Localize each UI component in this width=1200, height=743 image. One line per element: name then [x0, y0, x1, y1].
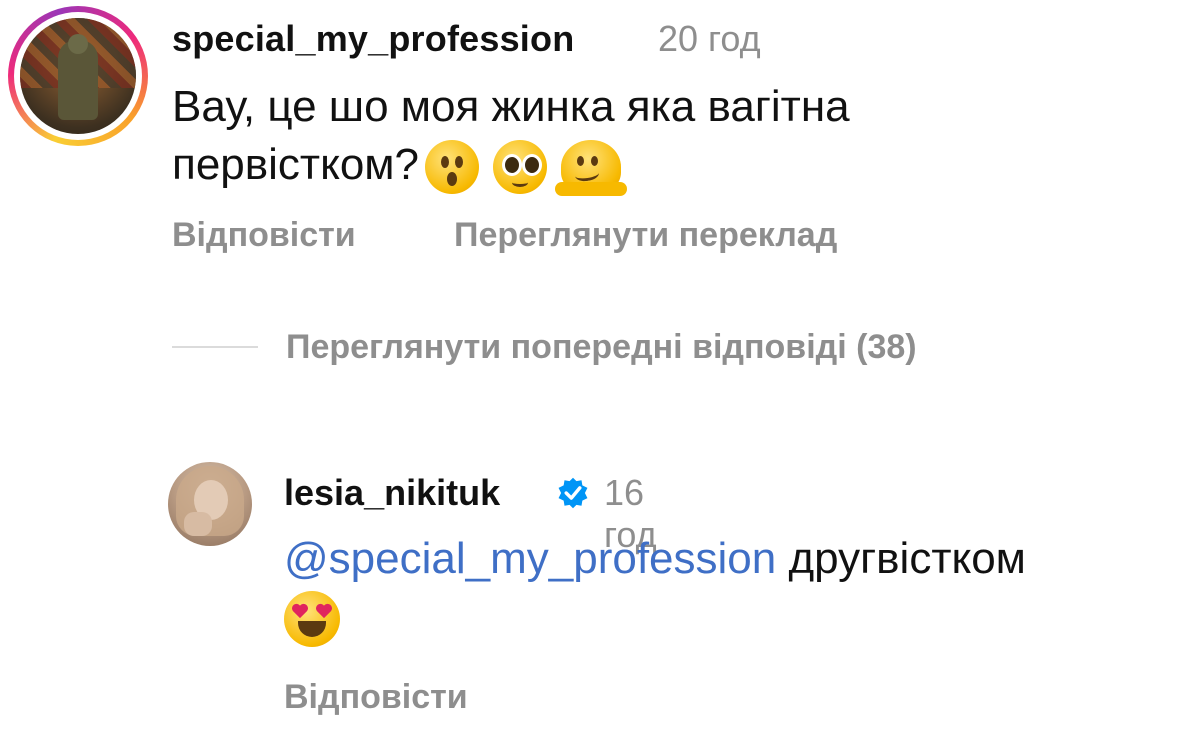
emoji-group [425, 140, 628, 197]
avatar [20, 18, 136, 134]
reply-username[interactable]: lesia_nikituk [284, 472, 500, 514]
reply-text-body: другвістком [788, 534, 1026, 583]
pleading-face-emoji [493, 140, 548, 195]
avatar[interactable] [168, 462, 252, 546]
reply-button[interactable]: Відповісти [172, 216, 356, 255]
mention-link[interactable]: @special_my_profession [284, 534, 776, 583]
heart-eyes-emoji [284, 591, 340, 648]
reply-button[interactable]: Відповісти [284, 678, 468, 717]
comment-text: Вау, це шо моя жинка яка вагітна первіст… [172, 78, 1032, 197]
avatar-gap [14, 12, 142, 140]
comment-timestamp: 20 год [658, 18, 761, 59]
verified-badge-icon [558, 477, 588, 509]
melting-face-emoji [555, 140, 628, 197]
comment-username[interactable]: special_my_profession [172, 18, 574, 60]
avatar-head [68, 34, 88, 54]
reply-text: @special_my_profession другвістком [284, 530, 1164, 648]
view-previous-replies-button[interactable]: Переглянути попередні відповіді (38) [286, 328, 917, 367]
avatar-hand [184, 512, 212, 536]
hushed-face-emoji [425, 140, 480, 195]
replies-divider [172, 346, 258, 348]
comment-special-my-profession: special_my_profession 20 год Вау, це шо … [0, 0, 1200, 300]
story-ring-avatar[interactable] [8, 6, 148, 146]
see-translation-button[interactable]: Переглянути переклад [454, 216, 837, 255]
